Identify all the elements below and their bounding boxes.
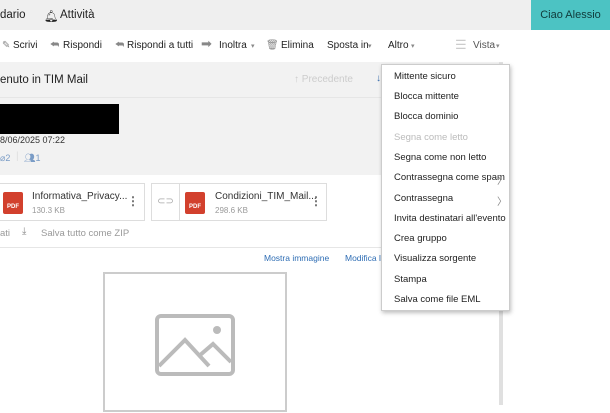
image-placeholder	[103, 272, 287, 412]
attachment-name: Informativa_Privacy...	[32, 191, 128, 202]
attachment-card[interactable]: PDF Informativa_Privacy... 130.3 KB ⋮	[0, 183, 145, 221]
forward-icon: ➡	[201, 36, 212, 51]
attachment-count[interactable]: ⌀2	[0, 153, 10, 164]
menu-item-block-domain[interactable]: Blocca dominio	[394, 111, 458, 122]
view-icon: ☰	[455, 37, 467, 52]
people-icon: 👥︎	[24, 153, 36, 163]
save-zip-link[interactable]: Salva tutto come ZIP	[41, 228, 129, 239]
attachment-card[interactable]: ⊂⊃ PDF Condizioni_TIM_Mail... 298.6 KB ⋮	[151, 183, 327, 221]
chevron-down-icon: ▾	[251, 43, 255, 50]
attachment-size: 298.6 KB	[215, 206, 248, 215]
menu-item-mark-read[interactable]: Segna come letto	[394, 132, 468, 143]
more-menu: Mittente sicuro Blocca mittente Blocca d…	[381, 64, 510, 311]
chevron-down-icon: ▾	[496, 43, 500, 50]
trash-icon: 🗑︎	[266, 40, 279, 51]
pdf-icon: PDF	[3, 192, 23, 214]
user-greeting[interactable]: Ciao Alessio	[531, 0, 610, 30]
message-date: 8/06/2025 07:22	[0, 135, 66, 145]
menu-item-save-eml[interactable]: Salva come file EML	[394, 294, 481, 305]
more-options-icon[interactable]: ⋮	[127, 194, 139, 208]
redacted-sender	[0, 104, 119, 134]
bell-icon: 🔔︎	[44, 11, 59, 23]
forward-button[interactable]: Inoltra	[219, 40, 247, 51]
menu-item-block-sender[interactable]: Blocca mittente	[394, 91, 459, 102]
nav-activity[interactable]: Attività	[60, 9, 95, 21]
image-icon	[155, 314, 235, 376]
chevron-right-icon: 〉	[497, 176, 507, 187]
menu-item-view-source[interactable]: Visualizza sorgente	[394, 253, 476, 264]
reply-all-icon: ⮪	[115, 40, 125, 51]
menu-item-mark-spam[interactable]: Contrassegna come spam	[394, 172, 505, 183]
menu-item-flag[interactable]: Contrassegna	[394, 193, 453, 204]
reply-all-button[interactable]: Rispondi a tutti	[127, 40, 193, 51]
compose-icon: ✎	[2, 40, 11, 51]
subject-title: enuto in TIM Mail	[0, 74, 88, 86]
toolbar: ✎ Scrivi ⮪ Rispondi ⮪ Rispondi a tutti ➡…	[0, 30, 510, 61]
previous-label: Precedente	[301, 74, 353, 85]
attachment-name: Condizioni_TIM_Mail...	[215, 191, 317, 202]
menu-item-invite-event[interactable]: Invita destinatari all'evento	[394, 213, 506, 224]
menu-item-mark-unread[interactable]: Segna come non letto	[394, 152, 486, 163]
compose-button[interactable]: Scrivi	[13, 40, 37, 51]
paperclip-icon: ⊂⊃	[152, 184, 180, 220]
menu-item-print[interactable]: Stampa	[394, 274, 427, 285]
reply-button[interactable]: Rispondi	[63, 40, 102, 51]
attachment-count-value: 2	[5, 153, 11, 163]
recipient-count[interactable]: 👥︎1	[24, 153, 40, 164]
download-all-link[interactable]: ati	[0, 228, 10, 239]
reply-icon: ⮪	[50, 40, 60, 51]
pdf-icon: PDF	[185, 192, 205, 214]
chevron-down-icon: ▾	[368, 43, 372, 50]
previous-button[interactable]: ↑ Precedente	[294, 74, 353, 85]
attachment-size: 130.3 KB	[32, 206, 65, 215]
recipient-count-value: 1	[35, 153, 41, 163]
download-icon: ⤓	[22, 226, 27, 237]
more-button[interactable]: Altro	[388, 40, 409, 51]
menu-item-create-group[interactable]: Crea gruppo	[394, 233, 447, 244]
show-image-link[interactable]: Mostra immagine	[264, 253, 329, 263]
menu-item-safe-sender[interactable]: Mittente sicuro	[394, 71, 456, 82]
more-options-icon[interactable]: ⋮	[310, 194, 322, 208]
move-button[interactable]: Sposta in	[327, 40, 369, 51]
chevron-down-icon: ▾	[411, 43, 415, 50]
nav-calendar[interactable]: dario	[0, 9, 26, 21]
top-nav: dario 🔔︎ Attività Ciao Alessio	[0, 0, 610, 30]
delete-button[interactable]: Elimina	[281, 40, 314, 51]
chevron-right-icon: 〉	[497, 197, 507, 208]
view-button[interactable]: Vista	[473, 40, 495, 51]
edit-link[interactable]: Modifica l	[345, 253, 381, 263]
divider: |	[16, 151, 19, 162]
